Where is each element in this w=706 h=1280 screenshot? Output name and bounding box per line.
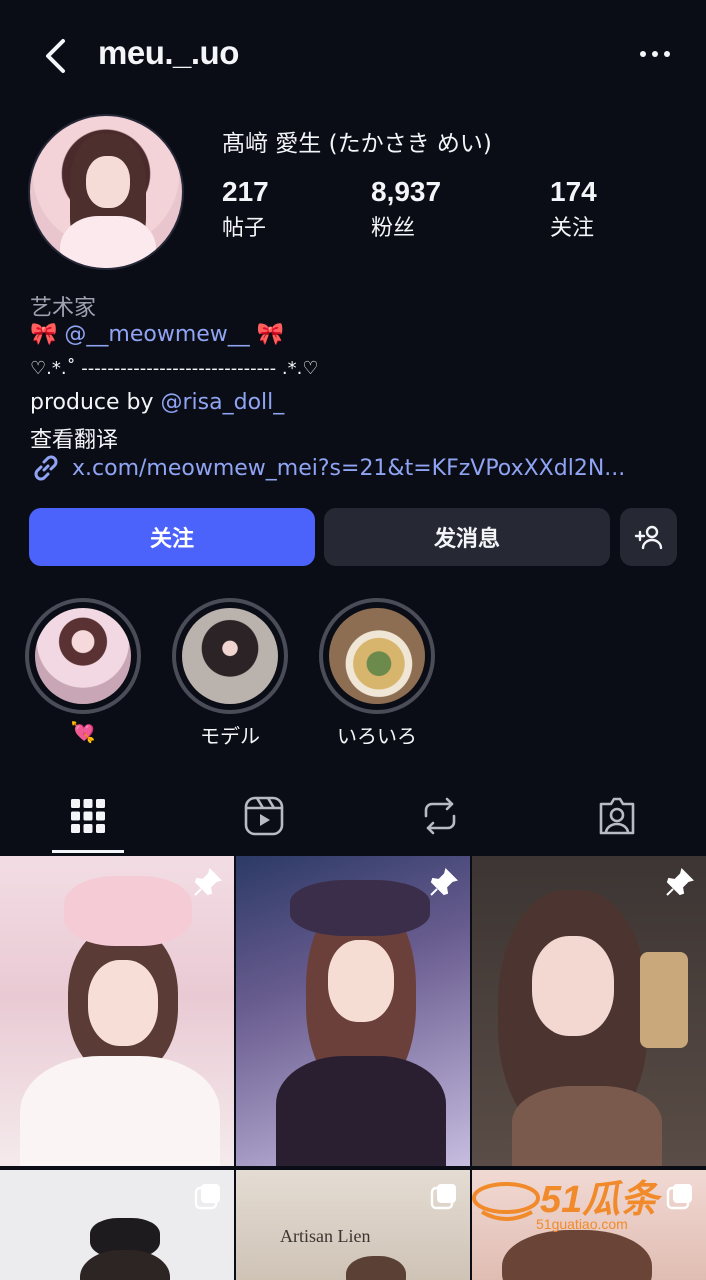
- link-icon: [34, 455, 58, 481]
- reels-icon: [244, 796, 284, 836]
- post-caption: Artisan Lien: [280, 1226, 371, 1246]
- watermark-logo: 51瓜条 51guatiao.com: [462, 1168, 702, 1236]
- highlight-1[interactable]: 💘: [25, 598, 141, 748]
- back-button[interactable]: [30, 30, 82, 82]
- reposts-icon: [424, 797, 456, 835]
- see-translation-link[interactable]: 查看翻译: [30, 422, 118, 454]
- display-name: 髙﨑 愛生 (たかさき めい): [222, 131, 492, 157]
- add-person-icon: [634, 525, 662, 550]
- bio-line-2: ♡.*.˚ ------------------------------ .*.…: [30, 358, 319, 379]
- follow-button[interactable]: 关注: [29, 508, 315, 566]
- highlight-2[interactable]: モデル: [172, 598, 288, 748]
- pin-icon: [666, 868, 694, 896]
- more-options-button[interactable]: [626, 34, 684, 74]
- profile-category: 艺术家: [30, 296, 97, 321]
- bio-line-3: produce by @risa_doll_: [30, 390, 285, 415]
- tab-posts-grid[interactable]: [52, 786, 124, 846]
- external-link[interactable]: x.com/meowmew_mei?s=21&t=KFzVPoxXXdl2N..…: [30, 452, 625, 484]
- highlight-3[interactable]: いろいろ: [319, 598, 435, 748]
- pin-icon: [430, 868, 458, 896]
- grid-icon: [71, 799, 105, 833]
- posts-count[interactable]: 217 帖子: [222, 176, 269, 242]
- tab-reels[interactable]: [228, 786, 300, 846]
- avatar[interactable]: [28, 114, 184, 270]
- suggested-accounts-button[interactable]: [620, 508, 677, 566]
- following-count[interactable]: 174 关注: [550, 176, 597, 242]
- post-tile[interactable]: [0, 856, 234, 1166]
- chevron-left-icon: [46, 39, 65, 73]
- mention-link[interactable]: @__meowmew__: [64, 322, 249, 347]
- multiple-photos-icon: [194, 1184, 220, 1210]
- bio-line-1: 🎀 @__meowmew__ 🎀: [30, 322, 285, 347]
- post-tile[interactable]: [472, 856, 706, 1166]
- external-link-url: x.com/meowmew_mei?s=21&t=KFzVPoxXXdl2N..…: [72, 455, 626, 481]
- followers-count[interactable]: 8,937 粉丝: [371, 176, 441, 242]
- post-tile[interactable]: [236, 856, 470, 1166]
- tab-reposts[interactable]: [404, 786, 476, 846]
- message-button[interactable]: 发消息: [324, 508, 610, 566]
- ellipsis-icon: [640, 51, 646, 57]
- mention-link[interactable]: @risa_doll_: [161, 390, 285, 415]
- pin-icon: [194, 868, 222, 896]
- post-tile[interactable]: Artisan Lien: [236, 1170, 470, 1280]
- post-tile[interactable]: [0, 1170, 234, 1280]
- profile-username: meu._.uo: [98, 34, 239, 71]
- multiple-photos-icon: [430, 1184, 456, 1210]
- tagged-icon: [599, 797, 635, 835]
- tab-tagged[interactable]: [581, 786, 653, 846]
- active-tab-indicator: [52, 850, 124, 853]
